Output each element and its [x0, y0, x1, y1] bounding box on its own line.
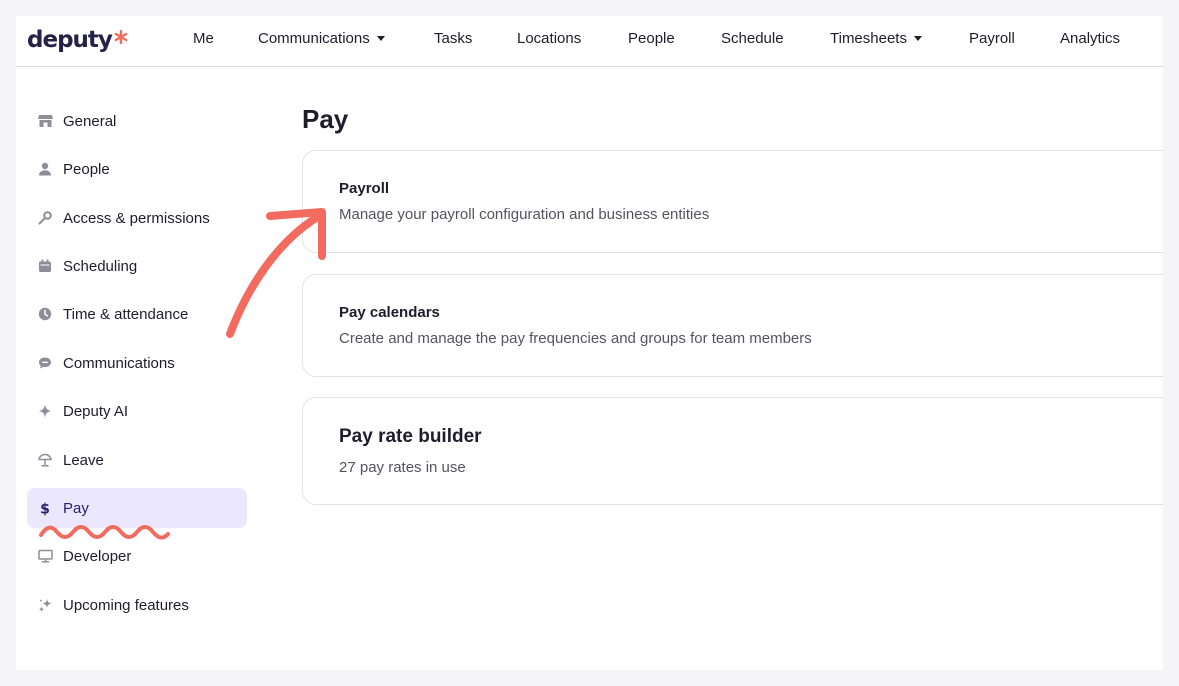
deputy-logo[interactable]: deputy: [27, 24, 128, 54]
sidebar-item-label: Time & attendance: [63, 305, 189, 323]
nav-tasks[interactable]: Tasks: [434, 29, 472, 49]
sidebar-item-label: Deputy AI: [63, 402, 129, 420]
sidebar-item-label: Developer: [63, 547, 132, 565]
caret-down-icon: [913, 35, 922, 41]
top-navigation: deputy Me Communications Tasks Locations…: [16, 16, 1163, 67]
payroll-card[interactable]: Payroll Manage your payroll configuratio…: [302, 150, 1163, 253]
sidebar-item-leave[interactable]: Leave: [27, 440, 247, 480]
sidebar-item-scheduling[interactable]: Scheduling: [27, 246, 247, 286]
caret-down-icon: [376, 35, 385, 41]
nav-me[interactable]: Me: [193, 29, 214, 49]
card-description: Manage your payroll configuration and bu…: [339, 206, 710, 223]
nav-analytics[interactable]: Analytics: [1060, 29, 1120, 49]
card-description: 27 pay rates in use: [339, 459, 466, 476]
sidebar-item-label: Access & permissions: [63, 209, 210, 227]
logo-wordmark: deputy: [27, 27, 113, 53]
umbrella-icon: [37, 452, 53, 468]
sidebar-item-label: Pay: [63, 499, 89, 517]
sparkle-icon: [37, 403, 53, 419]
card-title: Pay rate builder: [339, 426, 482, 447]
sidebar-item-developer[interactable]: Developer: [27, 536, 247, 576]
sidebar-item-general[interactable]: General: [27, 101, 247, 141]
sidebar-item-deputy-ai[interactable]: Deputy AI: [27, 391, 247, 431]
store-icon: [37, 113, 53, 129]
sidebar-item-upcoming-features[interactable]: Upcoming features: [27, 585, 247, 625]
nav-schedule[interactable]: Schedule: [721, 29, 784, 49]
clock-icon: [37, 306, 53, 322]
sidebar-item-label: General: [63, 112, 117, 130]
card-description: Create and manage the pay frequencies an…: [339, 330, 812, 347]
monitor-icon: [37, 548, 53, 564]
sparkles-icon: [37, 597, 53, 613]
pay-rate-builder-card[interactable]: Pay rate builder 27 pay rates in use: [302, 397, 1163, 505]
dollar-icon: $: [37, 500, 53, 516]
chat-icon: [37, 355, 53, 371]
sidebar-item-people[interactable]: People: [27, 149, 247, 189]
card-title: Payroll: [339, 180, 390, 197]
key-icon: [37, 210, 53, 226]
sidebar-item-label: Leave: [63, 451, 104, 469]
nav-people[interactable]: People: [628, 29, 675, 49]
pay-calendars-card[interactable]: Pay calendars Create and manage the pay …: [302, 274, 1163, 377]
app-window: deputy Me Communications Tasks Locations…: [16, 16, 1163, 670]
asterisk-icon: [114, 30, 128, 44]
person-icon: [37, 161, 53, 177]
sidebar-item-label: Upcoming features: [63, 596, 189, 614]
sidebar-item-pay[interactable]: $ Pay: [27, 488, 247, 528]
sidebar-item-access-permissions[interactable]: Access & permissions: [27, 198, 247, 238]
sidebar-item-time-attendance[interactable]: Time & attendance: [27, 294, 247, 334]
nav-communications[interactable]: Communications: [258, 29, 385, 49]
nav-locations[interactable]: Locations: [517, 29, 581, 49]
nav-timesheets[interactable]: Timesheets: [830, 29, 922, 49]
sidebar-item-label: Scheduling: [63, 257, 138, 275]
calendar-icon: [37, 258, 53, 274]
card-title: Pay calendars: [339, 304, 440, 321]
nav-payroll[interactable]: Payroll: [969, 29, 1015, 49]
page-title: Pay: [302, 104, 349, 134]
svg-text:$: $: [40, 501, 50, 516]
sidebar-item-communications[interactable]: Communications: [27, 343, 247, 383]
sidebar-item-label: People: [63, 160, 110, 178]
sidebar-item-label: Communications: [63, 354, 175, 372]
